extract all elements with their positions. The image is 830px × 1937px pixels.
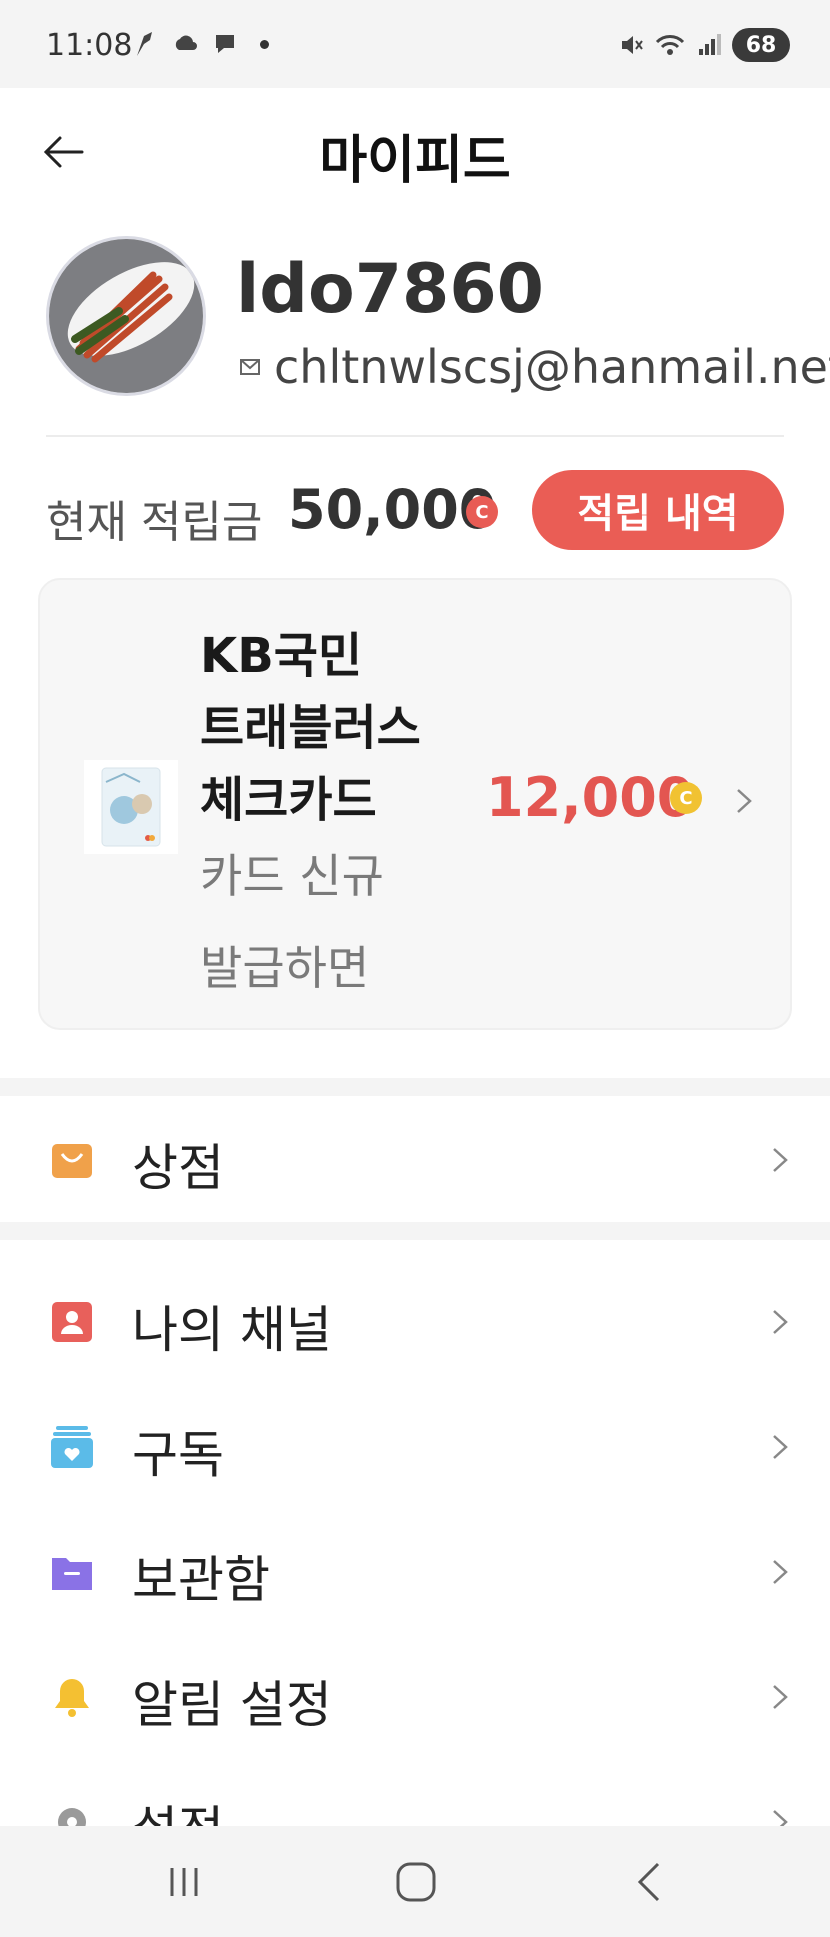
- username: ldo7860: [236, 250, 544, 329]
- avatar-food-photo: [49, 239, 203, 393]
- points-history-button[interactable]: 적립 내역: [532, 470, 784, 550]
- profile-divider: [46, 435, 784, 437]
- chevron-right-icon: [737, 789, 752, 813]
- chevron-right-icon: [773, 1810, 788, 1826]
- recent-apps-icon[interactable]: [154, 1854, 214, 1910]
- status-bar: 11:08 68: [0, 0, 830, 88]
- menu-label-notification-settings: 알림 설정: [132, 1676, 332, 1734]
- mail-icon: [240, 359, 260, 375]
- email-address: chltnwlscsj@hanmail.net: [274, 340, 830, 394]
- menu-label-archive: 보관함: [132, 1551, 270, 1609]
- points-row: 현재 적립금 50,000 C 적립 내역: [46, 470, 784, 550]
- avatar[interactable]: [46, 236, 206, 396]
- menu-item-archive[interactable]: 보관함: [0, 1510, 830, 1630]
- wifi-icon: [655, 35, 685, 55]
- chevron-right-icon: [773, 1310, 788, 1334]
- menu-label-settings: 설정: [132, 1790, 224, 1826]
- chevron-right-icon: [773, 1685, 788, 1709]
- chevron-right-icon: [773, 1148, 788, 1172]
- subscription-icon: [51, 1426, 93, 1468]
- menu-item-settings[interactable]: 설정: [0, 1760, 830, 1826]
- points-label: 현재 적립금: [46, 497, 263, 548]
- cloud-icon: [175, 35, 197, 50]
- shopping-bag-icon: [52, 1144, 92, 1178]
- home-icon[interactable]: [386, 1854, 446, 1910]
- card-name: KB국민 트래블러스 체크카드: [200, 628, 421, 828]
- mute-icon: [622, 36, 643, 54]
- menu-item-notification-settings[interactable]: 알림 설정: [0, 1635, 830, 1755]
- page-title: 마이피드: [319, 131, 511, 191]
- quill-icon: [137, 32, 152, 56]
- nav-back-icon[interactable]: [620, 1854, 680, 1910]
- system-nav-bar: [0, 1826, 830, 1937]
- status-right-icons: 68: [618, 28, 790, 62]
- card-description: 카드 신규 발급하면: [200, 849, 384, 995]
- bell-icon: [55, 1679, 89, 1717]
- status-time: 11:08: [46, 28, 133, 63]
- email-row: chltnwlscsj@hanmail.net: [240, 340, 830, 394]
- coin-icon: C: [466, 496, 498, 528]
- app-header: 마이피드: [0, 88, 830, 218]
- section-separator: [0, 1078, 830, 1096]
- folder-icon: [52, 1558, 92, 1590]
- menu-item-shop[interactable]: 상점: [0, 1098, 830, 1218]
- card-promo-banner[interactable]: KB국민 트래블러스 체크카드 카드 신규 발급하면 12,000 C: [38, 578, 792, 1030]
- gear-icon: [58, 1808, 86, 1826]
- chevron-right-icon: [773, 1435, 788, 1459]
- notification-dot: [260, 39, 269, 49]
- signal-icon: [699, 34, 721, 55]
- coin-icon-yellow: C: [670, 782, 702, 814]
- chat-icon: [216, 35, 234, 53]
- card-reward-amount: 12,000: [486, 766, 695, 829]
- menu-label-subscription: 구독: [132, 1426, 224, 1484]
- menu-item-subscription[interactable]: 구독: [0, 1385, 830, 1505]
- menu-label-my-channel: 나의 채널: [132, 1301, 332, 1359]
- section-separator: [0, 1222, 830, 1240]
- menu-item-my-channel[interactable]: 나의 채널: [0, 1260, 830, 1380]
- menu-label-shop: 상점: [132, 1139, 224, 1197]
- card-image: [84, 760, 178, 854]
- status-left-icons: [132, 30, 269, 58]
- person-badge-icon: [52, 1302, 92, 1342]
- battery-indicator: 68: [732, 28, 790, 62]
- chevron-right-icon: [773, 1560, 788, 1584]
